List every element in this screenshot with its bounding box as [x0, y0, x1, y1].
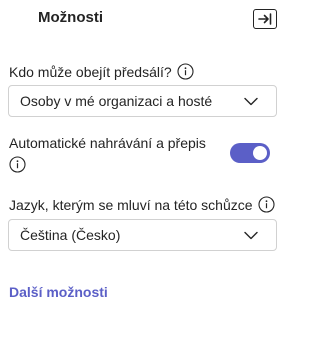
auto-recording-toggle[interactable]: [230, 143, 270, 163]
info-icon[interactable]: [177, 63, 194, 80]
language-value: Čeština (Česko): [20, 227, 121, 243]
lobby-bypass-dropdown[interactable]: Osoby v mé organizaci a hosté: [8, 85, 277, 117]
lobby-label-row: Kdo může obejít předsálí?: [9, 63, 194, 80]
lobby-label: Kdo může obejít předsálí?: [9, 63, 172, 80]
info-icon[interactable]: [257, 196, 275, 213]
collapse-panel-button[interactable]: [253, 9, 277, 29]
more-options-link[interactable]: Další možnosti: [9, 284, 108, 300]
language-label: Jazyk, kterým se mluví na této schůzce: [9, 196, 253, 213]
chevron-down-icon: [244, 231, 258, 239]
chevron-down-icon: [244, 97, 258, 105]
lobby-bypass-value: Osoby v mé organizaci a hosté: [20, 93, 213, 109]
recording-label-row: Automatické nahrávání a přepis: [9, 135, 206, 151]
recording-label: Automatické nahrávání a přepis: [9, 135, 206, 151]
options-panel: Možnosti Kdo může obejít předsálí? Osoby…: [0, 0, 300, 359]
page-title: Možnosti: [38, 9, 103, 26]
language-label-row: Jazyk, kterým se mluví na této schůzce: [9, 196, 275, 213]
language-dropdown[interactable]: Čeština (Česko): [8, 219, 277, 251]
panel-collapse-icon: [258, 13, 272, 25]
toggle-knob: [253, 146, 267, 160]
info-icon[interactable]: [9, 156, 26, 173]
